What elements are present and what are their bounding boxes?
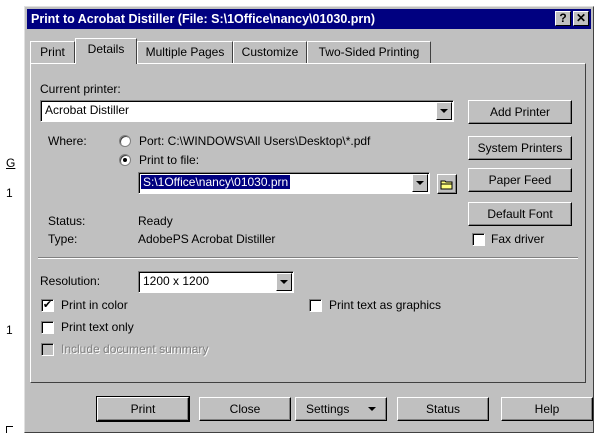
help-button[interactable]: Help [501,397,593,421]
fax-driver-checkbox[interactable] [472,233,485,246]
tab-print[interactable]: Print [30,41,75,63]
resolution-select[interactable]: 1200 x 1200 [138,271,294,293]
chevron-down-icon [440,109,448,113]
background-text-fragment: 1 [6,323,13,337]
resolution-dropdown-button[interactable] [276,273,292,291]
print-button[interactable]: Print [96,396,190,422]
close-button[interactable]: Close [199,397,291,421]
resolution-label: Resolution: [40,274,101,288]
tab-two-sided-printing[interactable]: Two-Sided Printing [307,41,431,63]
port-radio[interactable] [119,135,131,147]
print-text-as-graphics-checkbox[interactable] [309,299,322,312]
chevron-down-icon [280,280,288,284]
checkmark-icon: ✔ [42,299,53,311]
help-question-button[interactable]: ? [555,11,571,26]
print-text-only-label: Print text only [61,320,134,334]
type-label: Type: [48,232,78,246]
tab-customize[interactable]: Customize [233,41,307,63]
paper-feed-button[interactable]: Paper Feed [468,168,572,192]
tab-multiple-pages[interactable]: Multiple Pages [137,41,233,63]
add-printer-button[interactable]: Add Printer [468,100,572,124]
tab-details[interactable]: Details [75,38,137,64]
background-corner-mark [6,426,13,433]
current-printer-value: Acrobat Distiller [45,103,130,117]
status-button[interactable]: Status [397,397,489,421]
print-to-file-label: Print to file: [139,153,200,167]
default-font-button[interactable]: Default Font [468,202,572,226]
chevron-down-icon [368,407,376,411]
dialog-title: Print to Acrobat Distiller (File: S:\1Of… [31,12,376,26]
print-text-only-checkbox[interactable] [41,321,54,334]
include-summary-label: Include document summary [61,342,209,356]
resolution-value: 1200 x 1200 [143,274,210,288]
title-bar: Print to Acrobat Distiller (File: S:\1Of… [27,9,591,29]
chevron-down-icon [416,181,424,185]
question-icon: ? [559,11,567,25]
close-icon: ✕ [575,11,587,25]
current-printer-select[interactable]: Acrobat Distiller [40,100,454,122]
where-label: Where: [48,134,87,148]
current-printer-dropdown-button[interactable] [436,102,452,120]
background-text-fragment: G [6,156,16,170]
file-path-select[interactable]: S:\1Office\nancy\01030.prn [138,172,430,194]
print-dialog: Print to Acrobat Distiller (File: S:\1Of… [24,6,594,433]
system-printers-button[interactable]: System Printers [468,136,572,160]
details-panel: Current printer: Acrobat Distiller Where… [30,63,586,383]
print-in-color-label: Print in color [61,298,128,312]
settings-button[interactable]: Settings [295,397,387,421]
port-label: Port: C:\WINDOWS\All Users\Desktop\*.pdf [139,134,371,148]
print-to-file-radio[interactable] [119,154,131,166]
current-printer-label: Current printer: [40,82,121,96]
file-path-value: S:\1Office\nancy\01030.prn [141,175,291,189]
folder-icon [440,180,453,190]
status-label: Status: [48,214,86,228]
close-window-button[interactable]: ✕ [573,11,589,26]
type-value: AdobePS Acrobat Distiller [138,232,276,246]
status-value: Ready [138,214,173,228]
section-divider [38,257,578,259]
file-path-dropdown-button[interactable] [412,174,428,192]
background-text-fragment: 1 [6,186,13,200]
fax-driver-label: Fax driver [491,232,545,246]
print-in-color-checkbox[interactable]: ✔ [41,299,54,312]
print-text-as-graphics-label: Print text as graphics [329,298,442,312]
radio-selected-dot [123,158,127,162]
browse-folder-button[interactable] [437,174,457,194]
include-summary-checkbox [41,343,54,356]
